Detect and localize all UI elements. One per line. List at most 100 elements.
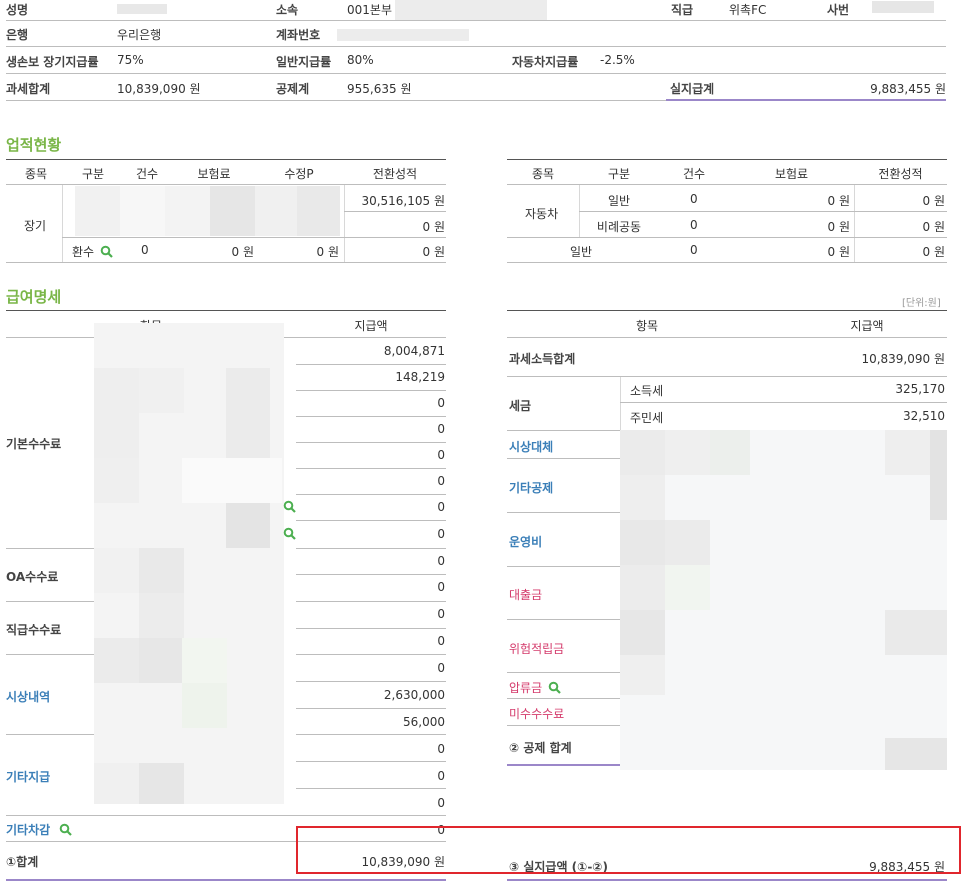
rank-label: 직급 [671, 3, 694, 17]
unit-label: [단위:원] [902, 298, 941, 309]
unpaid-label: 미수수수료 [509, 707, 565, 721]
col-premium: 보험료 [197, 167, 231, 181]
perf-score-1: 30,516,105 원 [361, 194, 445, 208]
deduct-total-label: ② 공제 합계 [509, 741, 572, 755]
redacted-block [94, 323, 284, 804]
account-redacted [337, 29, 469, 41]
name-redacted [117, 4, 167, 14]
col-score: 전환성적 [372, 167, 418, 181]
col-score: 전환성적 [878, 167, 923, 181]
amount-cell: 0 [437, 554, 445, 568]
taxable-total-label: 과세소득합계 [509, 352, 576, 366]
redacted-block [620, 430, 947, 770]
net-value: 9,883,455 원 [870, 82, 946, 96]
amount-cell: 0 [437, 474, 445, 488]
auto-row-premium: 0 원 [827, 220, 851, 234]
income-tax-value: 325,170 [895, 382, 945, 396]
refund-label: 환수 [72, 245, 95, 259]
auto-row-score: 0 원 [922, 245, 946, 259]
highlight-box [296, 826, 961, 874]
taxable-label: 과세합계 [6, 82, 51, 96]
general-rate-value: 80% [347, 53, 374, 67]
salary-title: 급여명세 [6, 288, 62, 306]
life-rate-value: 75% [117, 53, 144, 67]
group-award: 시상내역 [6, 690, 51, 704]
search-icon[interactable] [59, 823, 72, 836]
risk-label: 위험적립금 [509, 642, 565, 656]
amount-cell: 0 [437, 527, 445, 541]
refund-premium: 0 원 [231, 245, 255, 259]
refund-count: 0 [141, 243, 149, 257]
col-amount: 지급액 [850, 319, 884, 333]
taxable-value: 10,839,090 원 [117, 82, 201, 96]
col-type: 종목 [531, 167, 555, 181]
col-count: 건수 [682, 167, 706, 181]
auto-category: 자동차 [525, 207, 559, 221]
amount-cell: 148,219 [395, 370, 445, 384]
other-deduct-label: 기타공제 [509, 481, 554, 495]
amount-cell: 56,000 [403, 715, 445, 729]
auto-row-premium: 0 원 [827, 194, 851, 208]
perf-score-2: 0 원 [422, 220, 446, 234]
auto-rate-value: -2.5% [600, 53, 635, 67]
amount-cell: 0 [437, 500, 445, 514]
seizure-label: 압류금 [509, 681, 543, 695]
col-modified: 수정P [284, 167, 314, 181]
amount-cell: 8,004,871 [383, 344, 445, 358]
amount-cell: 0 [437, 422, 445, 436]
bank-value: 우리은행 [117, 28, 162, 42]
auto-row-type: 일반 [569, 245, 593, 259]
net-label: 실지급계 [670, 82, 715, 96]
tax-label: 세금 [509, 399, 532, 413]
search-icon[interactable] [283, 500, 296, 513]
name-label: 성명 [6, 3, 29, 17]
amount-cell: 0 [437, 396, 445, 410]
amount-cell: 0 [437, 796, 445, 810]
auto-rate-label: 자동차지급률 [512, 55, 579, 69]
amount-cell: 2,630,000 [383, 688, 445, 702]
search-icon[interactable] [283, 527, 296, 540]
auto-row-count: 0 [690, 192, 698, 206]
col-category: 구분 [81, 167, 105, 181]
col-premium: 보험료 [774, 167, 809, 181]
life-rate-label: 생손보 장기지급률 [6, 55, 99, 69]
group-basic: 기본수수료 [6, 437, 62, 451]
amount-cell: 0 [437, 607, 445, 621]
dept-redacted [395, 0, 547, 20]
amount-cell: 0 [437, 634, 445, 648]
empno-label: 사번 [827, 3, 850, 17]
amount-cell: 0 [437, 661, 445, 675]
redacted-block [75, 186, 340, 236]
refund-score: 0 원 [422, 245, 446, 259]
deduct-value: 955,635 원 [347, 82, 412, 96]
deduct-label: 공제계 [276, 82, 310, 96]
search-icon[interactable] [100, 245, 113, 258]
refund-modified: 0 원 [316, 245, 340, 259]
auto-row-count: 0 [690, 218, 698, 232]
operating-label: 운영비 [509, 535, 543, 549]
general-rate-label: 일반지급률 [276, 55, 332, 69]
group-rank: 직급수수료 [6, 623, 62, 637]
col-category: 구분 [607, 167, 631, 181]
group-other-deduct: 기타차감 [6, 823, 51, 837]
auto-row-type: 비례공동 [596, 220, 642, 234]
amount-cell: 0 [437, 580, 445, 594]
amount-cell: 0 [437, 742, 445, 756]
rank-value: 위촉FC [729, 3, 767, 17]
dept-value: 001본부 [347, 3, 392, 17]
taxable-total-value: 10,839,090 원 [861, 352, 945, 366]
total-label: ①합계 [6, 855, 39, 869]
resident-tax-label: 주민세 [630, 411, 664, 425]
group-other-pay: 기타지급 [6, 770, 51, 784]
performance-title: 업적현황 [6, 136, 62, 154]
group-oa: OA수수료 [6, 570, 59, 584]
bank-label: 은행 [6, 28, 29, 42]
auto-row-score: 0 원 [922, 220, 946, 234]
amount-cell: 0 [437, 448, 445, 462]
income-tax-label: 소득세 [630, 384, 664, 398]
search-icon[interactable] [548, 681, 561, 694]
loan-label: 대출금 [509, 588, 543, 602]
perf-category-long: 장기 [24, 219, 47, 233]
auto-row-score: 0 원 [922, 194, 946, 208]
auto-row-count: 0 [690, 243, 698, 257]
